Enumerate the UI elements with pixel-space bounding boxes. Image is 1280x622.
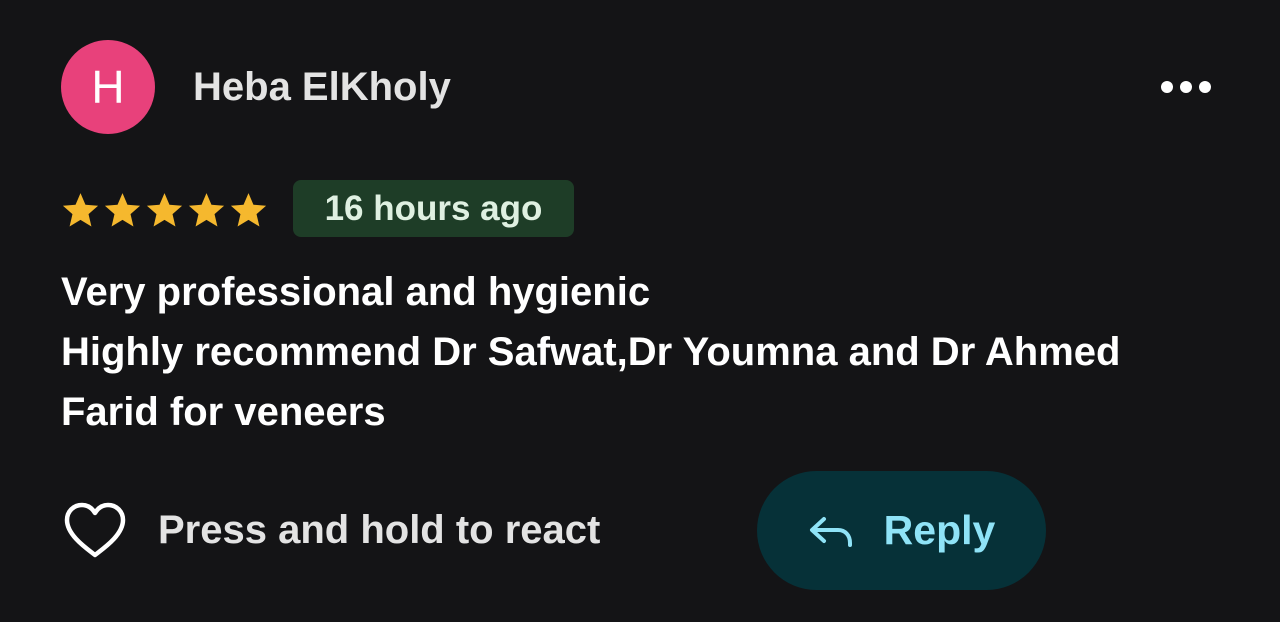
star-filled-icon [230, 192, 267, 227]
review-text-line: Very professional and hygienic [61, 270, 651, 314]
star-rating [60, 186, 269, 234]
review-text: Very professional and hygienic Highly re… [61, 262, 1231, 442]
avatar[interactable]: H [61, 40, 155, 134]
star-filled-icon [62, 192, 99, 227]
time-badge: 16 hours ago [293, 180, 574, 237]
author-name[interactable]: Heba ElKholy [193, 63, 451, 111]
reply-arrow-icon [809, 516, 852, 547]
star-filled-icon [188, 192, 225, 227]
more-dot-icon [1180, 81, 1192, 93]
more-options-button[interactable] [1150, 62, 1222, 112]
heart-outline-icon [64, 502, 126, 558]
more-dot-icon [1161, 81, 1173, 93]
star-filled-icon [146, 192, 183, 227]
more-dot-icon [1199, 81, 1211, 93]
review-text-line: Highly recommend Dr Safwat,Dr Youmna and… [61, 330, 1121, 374]
reply-button[interactable]: Reply [757, 471, 1046, 590]
review-text-line: Farid for veneers [61, 390, 386, 434]
reply-label: Reply [883, 507, 996, 553]
star-filled-icon [104, 192, 141, 227]
react-button[interactable]: Press and hold to react [62, 498, 600, 562]
review-card: H Heba ElKholy 16 hours ago Very profess… [0, 0, 1280, 622]
react-label: Press and hold to react [158, 507, 601, 552]
avatar-initial: H [91, 61, 125, 113]
time-ago-label: 16 hours ago [324, 188, 543, 228]
